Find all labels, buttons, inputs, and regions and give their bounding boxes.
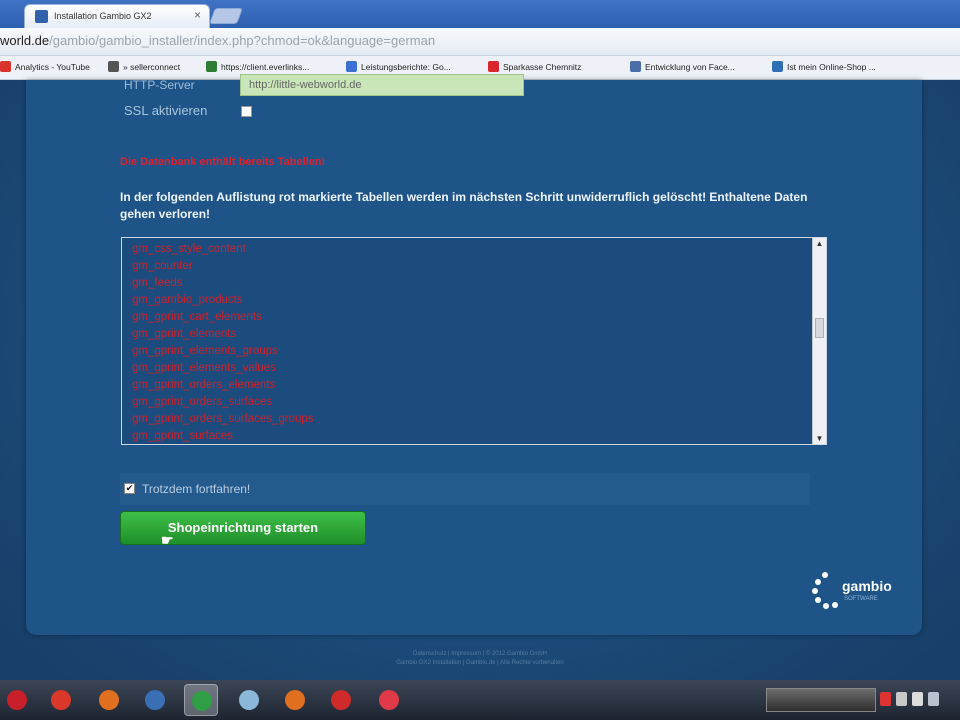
sellerconnect-icon (108, 61, 119, 72)
scroll-down-icon[interactable]: ▼ (815, 434, 824, 443)
taskbar (0, 680, 960, 720)
start-setup-label: Shopeinrichtung starten (167, 520, 319, 535)
analytics-icon (0, 61, 11, 72)
list-item: gm_gambio_products (132, 294, 243, 306)
bookmark-facebook-stats[interactable]: Entwicklung von Face... (630, 61, 735, 72)
logo-dot (822, 572, 828, 578)
scroll-thumb[interactable] (815, 318, 824, 338)
media-player-icon (51, 690, 71, 710)
table-list[interactable]: gm_css_style_content gm_counter gm_feeds… (121, 237, 827, 445)
taskbar-firefox[interactable] (92, 684, 126, 716)
list-item: gm_css_style_content (132, 243, 246, 255)
continue-row: ✔ Trotzdem fortfahren! (120, 473, 810, 505)
taskbar-chrome[interactable] (184, 684, 218, 716)
list-item: gm_gprint_cart_elements (132, 311, 262, 323)
thunderbird-icon (145, 690, 165, 710)
installer-page: HTTP-Server http://little-webworld.de SS… (0, 74, 960, 680)
acrobat-icon (331, 690, 351, 710)
taskbar-filezilla[interactable] (0, 684, 34, 716)
recorder-icon (379, 690, 399, 710)
address-bar[interactable]: world.de/gambio/gambio_installer/index.p… (0, 33, 435, 48)
page-footer: Datenschutz | Impressum | © 2012 Gambio … (340, 650, 620, 668)
ssl-label: SSL aktivieren (124, 103, 208, 118)
list-item: gm_gprint_orders_surfaces (132, 396, 272, 408)
network-tray-icon[interactable] (928, 692, 939, 706)
bookmark-online-shop[interactable]: Ist mein Online-Shop ... (772, 61, 876, 72)
list-item: gm_gprint_elements (132, 328, 237, 340)
mouse-cursor-icon: ☛ (161, 532, 174, 548)
logo-dot (812, 588, 818, 594)
logo-dot (823, 603, 829, 609)
list-item: gm_counter (132, 260, 193, 272)
everlinks-icon (206, 61, 217, 72)
ssl-checkbox[interactable] (241, 106, 252, 117)
gambio-logo: gambio SOFTWARE (812, 572, 902, 612)
list-item: gm_gprint_orders_elements (132, 379, 276, 391)
clipboard-tray-icon[interactable] (896, 692, 907, 706)
browser-tab[interactable]: Installation Gambio GX2 × (24, 4, 210, 28)
filezilla-icon (7, 690, 27, 710)
tab-title: Installation Gambio GX2 (54, 11, 152, 21)
logo-dot (815, 597, 821, 603)
scroll-up-icon[interactable]: ▲ (815, 239, 824, 248)
browser-tabstrip: Installation Gambio GX2 × (0, 0, 960, 28)
url-path: /gambio/gambio_installer/index.php?chmod… (49, 33, 436, 48)
google-ads-icon (346, 61, 357, 72)
chat-bubble-icon (772, 61, 783, 72)
warning-title: Die Datenbank enthält bereits Tabellen! (120, 156, 326, 168)
gambio-favicon-icon (35, 10, 48, 23)
bookmark-everlinks[interactable]: https://client.everlinks... (206, 61, 309, 72)
server-value-field[interactable]: http://little-webworld.de (240, 74, 524, 96)
taskbar-firefox-2[interactable] (278, 684, 312, 716)
taskbar-paint[interactable] (232, 684, 266, 716)
warning-text: In der folgenden Auflistung rot markiert… (120, 190, 808, 221)
chrome-icon (192, 691, 212, 711)
bookmark-sellerconnect[interactable]: » sellerconnect (108, 61, 180, 72)
logo-dot (832, 602, 838, 608)
server-label: HTTP-Server (124, 78, 195, 92)
flag-tray-icon[interactable] (912, 692, 923, 706)
list-item: gm_gprint_elements_values (132, 362, 276, 374)
continue-checkbox[interactable]: ✔ (124, 483, 135, 494)
bookmark-leistungsberichte[interactable]: Leistungsberichte: Go... (346, 61, 451, 72)
list-scrollbar[interactable]: ▲ ▼ (812, 238, 826, 444)
taskbar-recorder[interactable] (372, 684, 406, 716)
sparkasse-icon (488, 61, 499, 72)
taskbar-thunderbird[interactable] (138, 684, 172, 716)
recorder-controls[interactable] (766, 688, 876, 712)
acrobat-tray-icon[interactable] (880, 692, 891, 706)
firefox-icon (99, 690, 119, 710)
taskbar-acrobat[interactable] (324, 684, 358, 716)
logo-text: gambio (842, 578, 892, 594)
logo-subtext: SOFTWARE (844, 596, 878, 602)
url-host: world.de (0, 33, 50, 48)
footer-line: Gambio GX2 Installation | Gambio.de | Al… (396, 660, 564, 666)
bookmark-analytics[interactable]: Analytics - YouTube (0, 61, 90, 72)
taskbar-media-player[interactable] (44, 684, 78, 716)
start-setup-button[interactable]: Shopeinrichtung starten ☛ (120, 511, 366, 548)
tab-close-icon[interactable]: × (194, 8, 201, 22)
system-tray (880, 692, 960, 708)
facebook-stats-icon (630, 61, 641, 72)
bookmark-sparkasse[interactable]: Sparkasse Chemnitz (488, 61, 581, 72)
list-item: gm_gprint_elements_groups (132, 345, 278, 357)
browser-toolbar: world.de/gambio/gambio_installer/index.p… (0, 28, 960, 56)
logo-dot (815, 579, 821, 585)
continue-label: Trotzdem fortfahren! (142, 482, 251, 496)
list-item: gm_feeds (132, 277, 183, 289)
new-tab-button[interactable] (209, 8, 243, 24)
installer-panel: HTTP-Server http://little-webworld.de SS… (26, 74, 922, 635)
paint-icon (239, 690, 259, 710)
list-item: gm_gprint_surfaces (132, 430, 233, 442)
firefox-icon (285, 690, 305, 710)
list-item: gm_gprint_orders_surfaces_groups (132, 413, 314, 425)
footer-line: Datenschutz | Impressum | © 2012 Gambio … (413, 651, 547, 657)
